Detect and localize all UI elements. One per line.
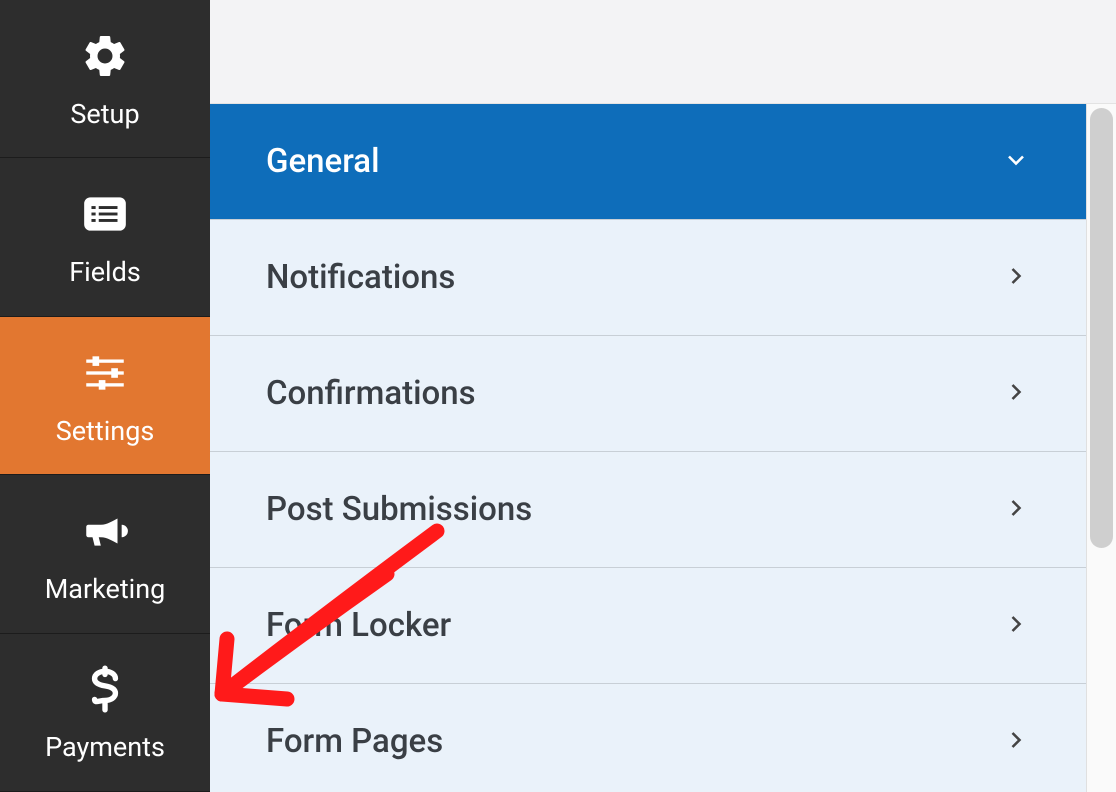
- main-content: General Notifications Confirmations Post…: [210, 0, 1116, 792]
- settings-item-label: General: [266, 142, 379, 181]
- sidebar-item-label: Marketing: [45, 573, 166, 605]
- scrollbar-thumb[interactable]: [1090, 108, 1113, 548]
- chevron-right-icon: [1002, 262, 1030, 294]
- settings-item-label: Confirmations: [266, 374, 476, 413]
- chevron-down-icon: [1002, 146, 1030, 178]
- chevron-right-icon: [1002, 726, 1030, 758]
- settings-item-form-locker[interactable]: Form Locker: [210, 568, 1086, 684]
- sidebar-item-settings[interactable]: Settings: [0, 317, 210, 475]
- sidebar-item-label: Payments: [45, 731, 165, 763]
- sidebar-item-marketing[interactable]: Marketing: [0, 475, 210, 633]
- bullhorn-icon: [77, 503, 133, 559]
- chevron-right-icon: [1002, 610, 1030, 642]
- dollar-icon: [77, 661, 133, 717]
- list-icon: [77, 186, 133, 242]
- settings-item-general[interactable]: General: [210, 104, 1086, 220]
- settings-item-confirmations[interactable]: Confirmations: [210, 336, 1086, 452]
- sliders-icon: [77, 345, 133, 401]
- settings-item-label: Post Submissions: [266, 490, 532, 529]
- sidebar-item-label: Fields: [69, 256, 141, 288]
- scrollbar-track[interactable]: [1086, 104, 1116, 792]
- settings-panel: General Notifications Confirmations Post…: [210, 104, 1116, 792]
- settings-item-label: Form Locker: [266, 606, 451, 645]
- topbar: [210, 0, 1116, 104]
- sidebar-item-fields[interactable]: Fields: [0, 158, 210, 316]
- chevron-right-icon: [1002, 494, 1030, 526]
- sidebar-item-label: Setup: [70, 98, 139, 130]
- settings-item-label: Notifications: [266, 258, 455, 297]
- sidebar-item-label: Settings: [56, 415, 155, 447]
- chevron-right-icon: [1002, 378, 1030, 410]
- settings-item-form-pages[interactable]: Form Pages: [210, 684, 1086, 792]
- settings-item-label: Form Pages: [266, 722, 443, 761]
- sidebar-item-payments[interactable]: Payments: [0, 634, 210, 792]
- sidebar: Setup Fields Settings Marketing Payments: [0, 0, 210, 792]
- app-root: Setup Fields Settings Marketing Payments: [0, 0, 1116, 792]
- sidebar-item-setup[interactable]: Setup: [0, 0, 210, 158]
- gear-icon: [77, 28, 133, 84]
- settings-item-notifications[interactable]: Notifications: [210, 220, 1086, 336]
- settings-item-post-submissions[interactable]: Post Submissions: [210, 452, 1086, 568]
